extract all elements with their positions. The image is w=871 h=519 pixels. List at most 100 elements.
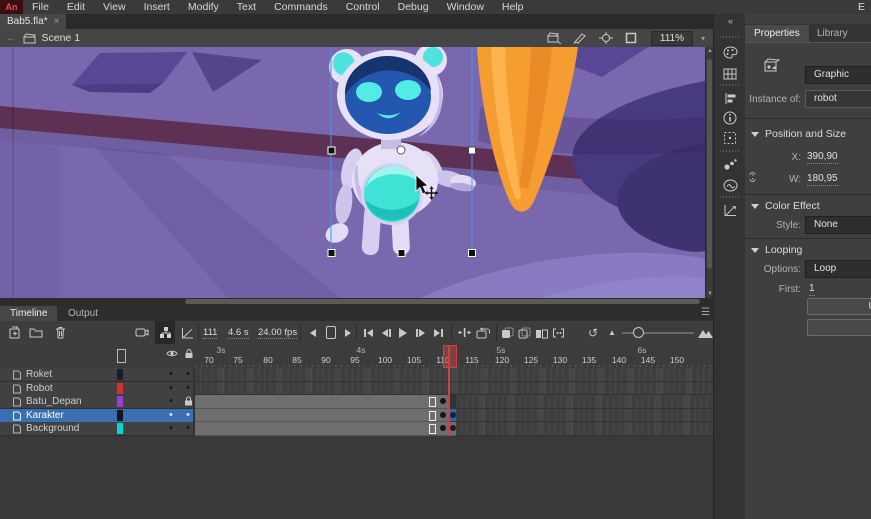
step-forward-one-frame-icon[interactable]	[412, 321, 428, 344]
layer-frames-batu-depan[interactable]	[195, 395, 713, 410]
section-looping[interactable]: Looping	[751, 244, 802, 256]
layer-lock-toggle[interactable]: •	[186, 409, 190, 422]
zoom-in-frames-icon[interactable]	[697, 321, 713, 344]
new-folder-icon[interactable]	[28, 321, 44, 344]
menu-view[interactable]: View	[94, 0, 135, 14]
layer-outline-color[interactable]	[117, 369, 123, 380]
layer-row-batu-depan[interactable]: Batu_Depan •	[0, 395, 713, 409]
onion-skin-outlines-icon[interactable]	[517, 321, 532, 344]
stage-canvas[interactable]	[0, 47, 705, 298]
layer-lock-toggle[interactable]: •	[186, 422, 190, 435]
go-to-first-frame-icon[interactable]	[360, 321, 376, 344]
layer-visibility-toggle[interactable]: •	[169, 382, 173, 395]
stage-horizontal-scrollbar[interactable]	[0, 298, 713, 306]
menu-edit[interactable]: Edit	[58, 0, 94, 14]
layer-row-roket[interactable]: Roket • •	[0, 368, 713, 382]
brush-library-panel-icon[interactable]	[722, 156, 738, 172]
current-frame-readout[interactable]: 111	[203, 321, 217, 344]
menu-commands[interactable]: Commands	[265, 0, 337, 14]
zoom-out-frames-icon[interactable]: ▲	[606, 321, 618, 344]
layer-name-cell[interactable]: Roket • •	[0, 368, 193, 382]
menu-modify[interactable]: Modify	[179, 0, 228, 14]
layer-outline-color[interactable]	[117, 383, 123, 394]
menu-debug[interactable]: Debug	[389, 0, 438, 14]
align-panel-icon[interactable]	[722, 90, 738, 106]
selection-handle-bottom-left[interactable]	[328, 250, 335, 257]
info-panel-icon[interactable]	[722, 110, 738, 126]
menu-text[interactable]: Text	[228, 0, 265, 14]
layer-name-cell-selected[interactable]: Karakter • •	[0, 409, 193, 423]
layer-outline-color[interactable]	[117, 410, 123, 421]
layer-row-background[interactable]: Background • •	[0, 422, 713, 436]
first-frame-value[interactable]: 1	[809, 283, 815, 296]
menu-file[interactable]: File	[23, 0, 58, 14]
tab-timeline[interactable]: Timeline	[0, 306, 57, 321]
layer-visibility-toggle[interactable]: •	[169, 409, 173, 422]
vertical-scroll-thumb[interactable]	[707, 59, 712, 269]
playhead-marker[interactable]	[443, 345, 457, 368]
show-graph-editor-icon[interactable]	[178, 321, 196, 344]
timeline-ruler[interactable]: 3s 4s 5s 6s 70 75 80 85 90 95 100 105 11…	[0, 344, 713, 369]
layer-lock-toggle[interactable]: •	[186, 368, 190, 381]
collapse-panels-icon[interactable]: «	[728, 16, 731, 26]
play-icon[interactable]	[396, 321, 410, 344]
layer-name-cell[interactable]: Batu_Depan •	[0, 395, 193, 409]
x-value[interactable]: 390,90	[807, 151, 838, 164]
swatches-panel-icon[interactable]	[722, 66, 738, 82]
layer-frames-karakter[interactable]	[195, 409, 713, 424]
menu-window[interactable]: Window	[438, 0, 493, 14]
back-arrow-icon[interactable]: ←	[6, 32, 17, 44]
selected-frame-cell[interactable]	[449, 409, 456, 422]
go-to-last-frame-icon[interactable]	[430, 321, 446, 344]
modify-markers-icon[interactable]	[551, 321, 566, 344]
layer-visibility-toggle[interactable]: •	[169, 422, 173, 435]
layer-name-cell[interactable]: Background • •	[0, 422, 193, 436]
center-playhead-icon[interactable]	[456, 321, 472, 344]
tab-library[interactable]: Library	[808, 25, 857, 42]
zoom-dropdown-chevron-icon[interactable]: ▾	[701, 34, 705, 43]
tab-output[interactable]: Output	[58, 306, 108, 321]
show-parenting-view-icon[interactable]	[155, 321, 175, 344]
loop-playback-icon[interactable]	[474, 321, 492, 344]
section-color-effect[interactable]: Color Effect	[751, 200, 820, 212]
close-document-icon[interactable]: ×	[54, 16, 60, 27]
workspace-button[interactable]: E	[858, 0, 865, 14]
menu-help[interactable]: Help	[493, 0, 533, 14]
add-camera-icon[interactable]	[133, 321, 151, 344]
layer-outline-color[interactable]	[117, 396, 123, 407]
style-dropdown[interactable]: None	[805, 216, 871, 234]
clip-content-icon[interactable]	[625, 32, 637, 44]
layer-frames-background[interactable]	[195, 422, 713, 437]
layer-visibility-toggle[interactable]: •	[169, 395, 173, 408]
layer-row-karakter[interactable]: Karakter • •	[0, 409, 713, 423]
menu-insert[interactable]: Insert	[135, 0, 179, 14]
lock-column-header-icon[interactable]	[184, 348, 194, 359]
layer-locked-icon[interactable]	[184, 396, 193, 406]
selection-handle-right[interactable]	[469, 147, 476, 154]
step-forward-icon[interactable]	[341, 321, 355, 344]
lip-syncing-button[interactable]: Lip S	[807, 319, 871, 336]
edit-symbols-icon[interactable]	[573, 32, 587, 44]
instance-name-field[interactable]: robot	[805, 90, 871, 108]
edit-multiple-frames-icon[interactable]	[534, 321, 549, 344]
cc-libraries-panel-icon[interactable]	[722, 177, 738, 193]
history-graph-panel-icon[interactable]	[722, 202, 738, 218]
horizontal-scroll-thumb[interactable]	[185, 299, 700, 304]
panel-menu-icon[interactable]: ☰	[701, 307, 710, 318]
new-layer-icon[interactable]	[6, 321, 22, 344]
frame-rate-readout[interactable]: 24.00 fps	[258, 321, 297, 344]
animate-logo[interactable]: An	[0, 0, 23, 14]
layer-name-cell[interactable]: Robot • •	[0, 382, 193, 396]
selection-handle-left[interactable]	[328, 147, 335, 154]
layer-frames-roket[interactable]	[195, 368, 713, 383]
layer-outline-color[interactable]	[117, 423, 123, 434]
section-position-and-size[interactable]: Position and Size	[751, 128, 846, 140]
scene-name[interactable]: Scene 1	[42, 32, 81, 44]
menu-control[interactable]: Control	[337, 0, 389, 14]
reset-timeline-zoom-icon[interactable]: ↺	[585, 321, 601, 344]
step-back-icon[interactable]	[306, 321, 320, 344]
w-value[interactable]: 180,95	[807, 173, 838, 186]
selection-handle-bottom-center[interactable]	[398, 250, 405, 257]
transform-panel-icon[interactable]	[722, 130, 738, 146]
selection-handle-bottom-right[interactable]	[469, 250, 476, 257]
